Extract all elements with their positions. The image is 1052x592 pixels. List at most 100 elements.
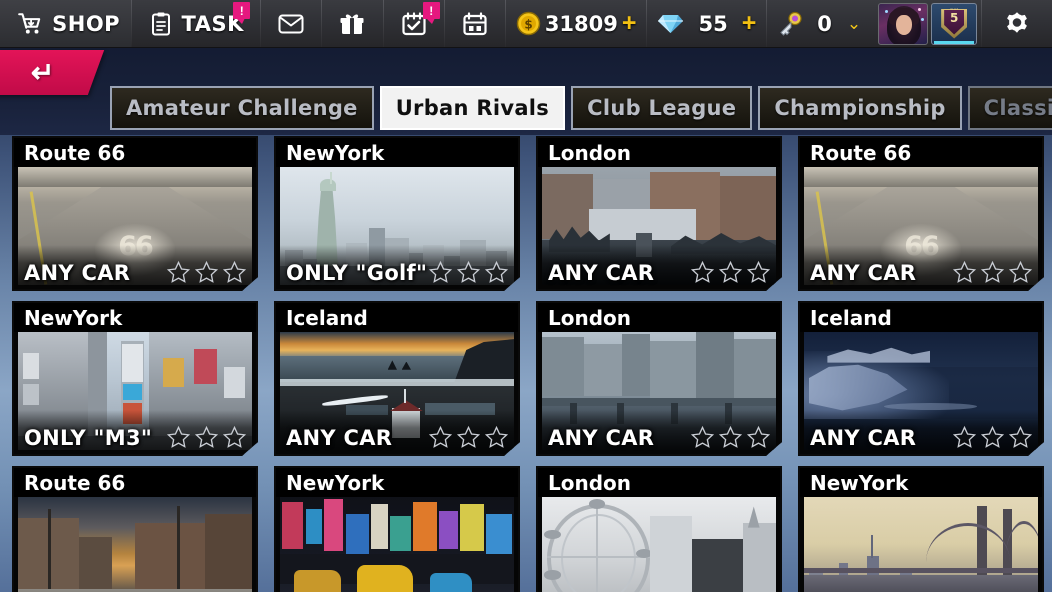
- star-rating: [429, 261, 508, 283]
- star-rating: [167, 261, 246, 283]
- back-button[interactable]: ↵: [0, 50, 105, 95]
- tab-amateur-challenge[interactable]: Amateur Challenge: [110, 86, 374, 130]
- race-thumbnail: [542, 497, 776, 592]
- race-card[interactable]: Route 66 66 ANY CAR: [798, 136, 1044, 291]
- rank-number: 5: [944, 9, 965, 35]
- star-icon-empty: [691, 426, 714, 448]
- coins-plus-icon[interactable]: +: [622, 11, 637, 36]
- rank-badge: ♛ 5: [931, 2, 978, 45]
- race-grid: Route 66 66 ANY CAR NewYork: [0, 136, 1052, 592]
- avatar: [878, 2, 929, 45]
- star-icon-empty: [457, 426, 480, 448]
- race-title: NewYork: [800, 468, 1042, 497]
- race-card[interactable]: London: [536, 466, 782, 592]
- race-card[interactable]: NewYork: [798, 466, 1044, 592]
- race-thumbnail: [804, 497, 1038, 592]
- back-arrow-icon: ↵: [31, 56, 55, 88]
- tab-list: Amateur Challenge Urban Rivals Club Leag…: [110, 86, 1052, 130]
- race-title: NewYork: [276, 138, 518, 167]
- calendar-icon: [463, 11, 487, 35]
- calendar-button[interactable]: [445, 0, 505, 47]
- star-icon-empty: [195, 261, 218, 283]
- race-title: London: [538, 468, 780, 497]
- tab-label: Classic Masters: [983, 96, 1052, 120]
- coins-counter[interactable]: $ 31809 +: [506, 0, 647, 47]
- avatar-button[interactable]: [871, 0, 931, 47]
- top-bar: SHOP TASK ! ! $ 31809 + 55 + 0 ⌄ 5: [0, 0, 1052, 48]
- mail-button[interactable]: [261, 0, 321, 47]
- race-card[interactable]: Iceland ANY CAR: [274, 301, 520, 456]
- tab-classic-masters[interactable]: Classic Masters: [967, 86, 1052, 130]
- star-icon-empty: [981, 261, 1004, 283]
- sparkle-icon: [921, 17, 925, 21]
- checkin-button[interactable]: !: [384, 0, 444, 47]
- coins-value: 31809: [544, 11, 618, 36]
- race-card[interactable]: NewYork: [274, 136, 520, 291]
- tab-label: Amateur Challenge: [126, 96, 358, 120]
- tab-urban-rivals[interactable]: Urban Rivals: [379, 86, 566, 130]
- star-rating: [429, 426, 508, 448]
- gems-plus-icon[interactable]: +: [742, 11, 757, 36]
- star-icon-empty: [485, 426, 508, 448]
- key-icon: [780, 11, 802, 36]
- gems-counter[interactable]: 55 +: [647, 0, 766, 47]
- cart-icon: [18, 12, 41, 34]
- settings-button[interactable]: [982, 0, 1052, 47]
- star-icon-empty: [223, 261, 246, 283]
- star-rating: [953, 261, 1032, 283]
- race-card[interactable]: Route 66: [12, 466, 258, 592]
- star-icon-empty: [953, 426, 976, 448]
- coin-icon: $: [516, 11, 541, 36]
- shop-button[interactable]: SHOP: [0, 0, 132, 47]
- race-title: NewYork: [14, 303, 256, 332]
- race-card[interactable]: NewYork ONLY "M3": [12, 301, 258, 456]
- race-title: Iceland: [276, 303, 518, 332]
- chevron-down-icon[interactable]: ⌄: [847, 14, 861, 34]
- shop-label: SHOP: [52, 11, 121, 36]
- race-title: Route 66: [14, 138, 256, 167]
- avatar-face: [896, 14, 913, 35]
- star-icon-empty: [981, 426, 1004, 448]
- tab-club-league[interactable]: Club League: [571, 86, 753, 130]
- rank-button[interactable]: ♛ 5: [931, 0, 981, 47]
- star-icon-empty: [429, 261, 452, 283]
- tab-championship[interactable]: Championship: [758, 86, 962, 130]
- race-requirement: ANY CAR: [548, 426, 655, 450]
- race-requirement: ANY CAR: [548, 261, 655, 285]
- race-card[interactable]: London ANY CAR: [536, 136, 782, 291]
- keys-counter[interactable]: 0 ⌄: [767, 0, 871, 47]
- star-icon-empty: [167, 261, 190, 283]
- race-requirement: ANY CAR: [24, 261, 131, 285]
- star-icon-empty: [719, 261, 742, 283]
- race-requirement: ONLY "Golf": [286, 261, 428, 285]
- gift-button[interactable]: [322, 0, 382, 47]
- star-icon-empty: [223, 426, 246, 448]
- race-card[interactable]: Route 66 66 ANY CAR: [12, 136, 258, 291]
- race-title: NewYork: [276, 468, 518, 497]
- race-thumbnail: [280, 497, 514, 592]
- race-requirement: ONLY "M3": [24, 426, 153, 450]
- star-icon-empty: [429, 426, 452, 448]
- race-card[interactable]: Iceland ANY CAR: [798, 301, 1044, 456]
- task-badge: !: [233, 2, 251, 24]
- race-title: Route 66: [800, 138, 1042, 167]
- tab-label: Championship: [774, 96, 946, 120]
- gems-value: 55: [698, 11, 728, 36]
- star-icon-empty: [691, 261, 714, 283]
- task-button[interactable]: TASK !: [132, 0, 260, 47]
- clipboard-icon: [151, 12, 170, 35]
- race-card[interactable]: NewYork: [274, 466, 520, 592]
- star-icon-empty: [747, 261, 770, 283]
- race-title: Iceland: [800, 303, 1042, 332]
- svg-text:$: $: [524, 18, 532, 32]
- race-title: London: [538, 138, 780, 167]
- race-title: Route 66: [14, 468, 256, 497]
- sparkle-icon: [885, 9, 889, 13]
- star-rating: [953, 426, 1032, 448]
- star-icon-empty: [457, 261, 480, 283]
- gift-icon: [340, 14, 364, 34]
- diamond-icon: [658, 14, 684, 33]
- star-icon-empty: [195, 426, 218, 448]
- tab-label: Club League: [587, 96, 737, 120]
- race-card[interactable]: London ANY CAR: [536, 301, 782, 456]
